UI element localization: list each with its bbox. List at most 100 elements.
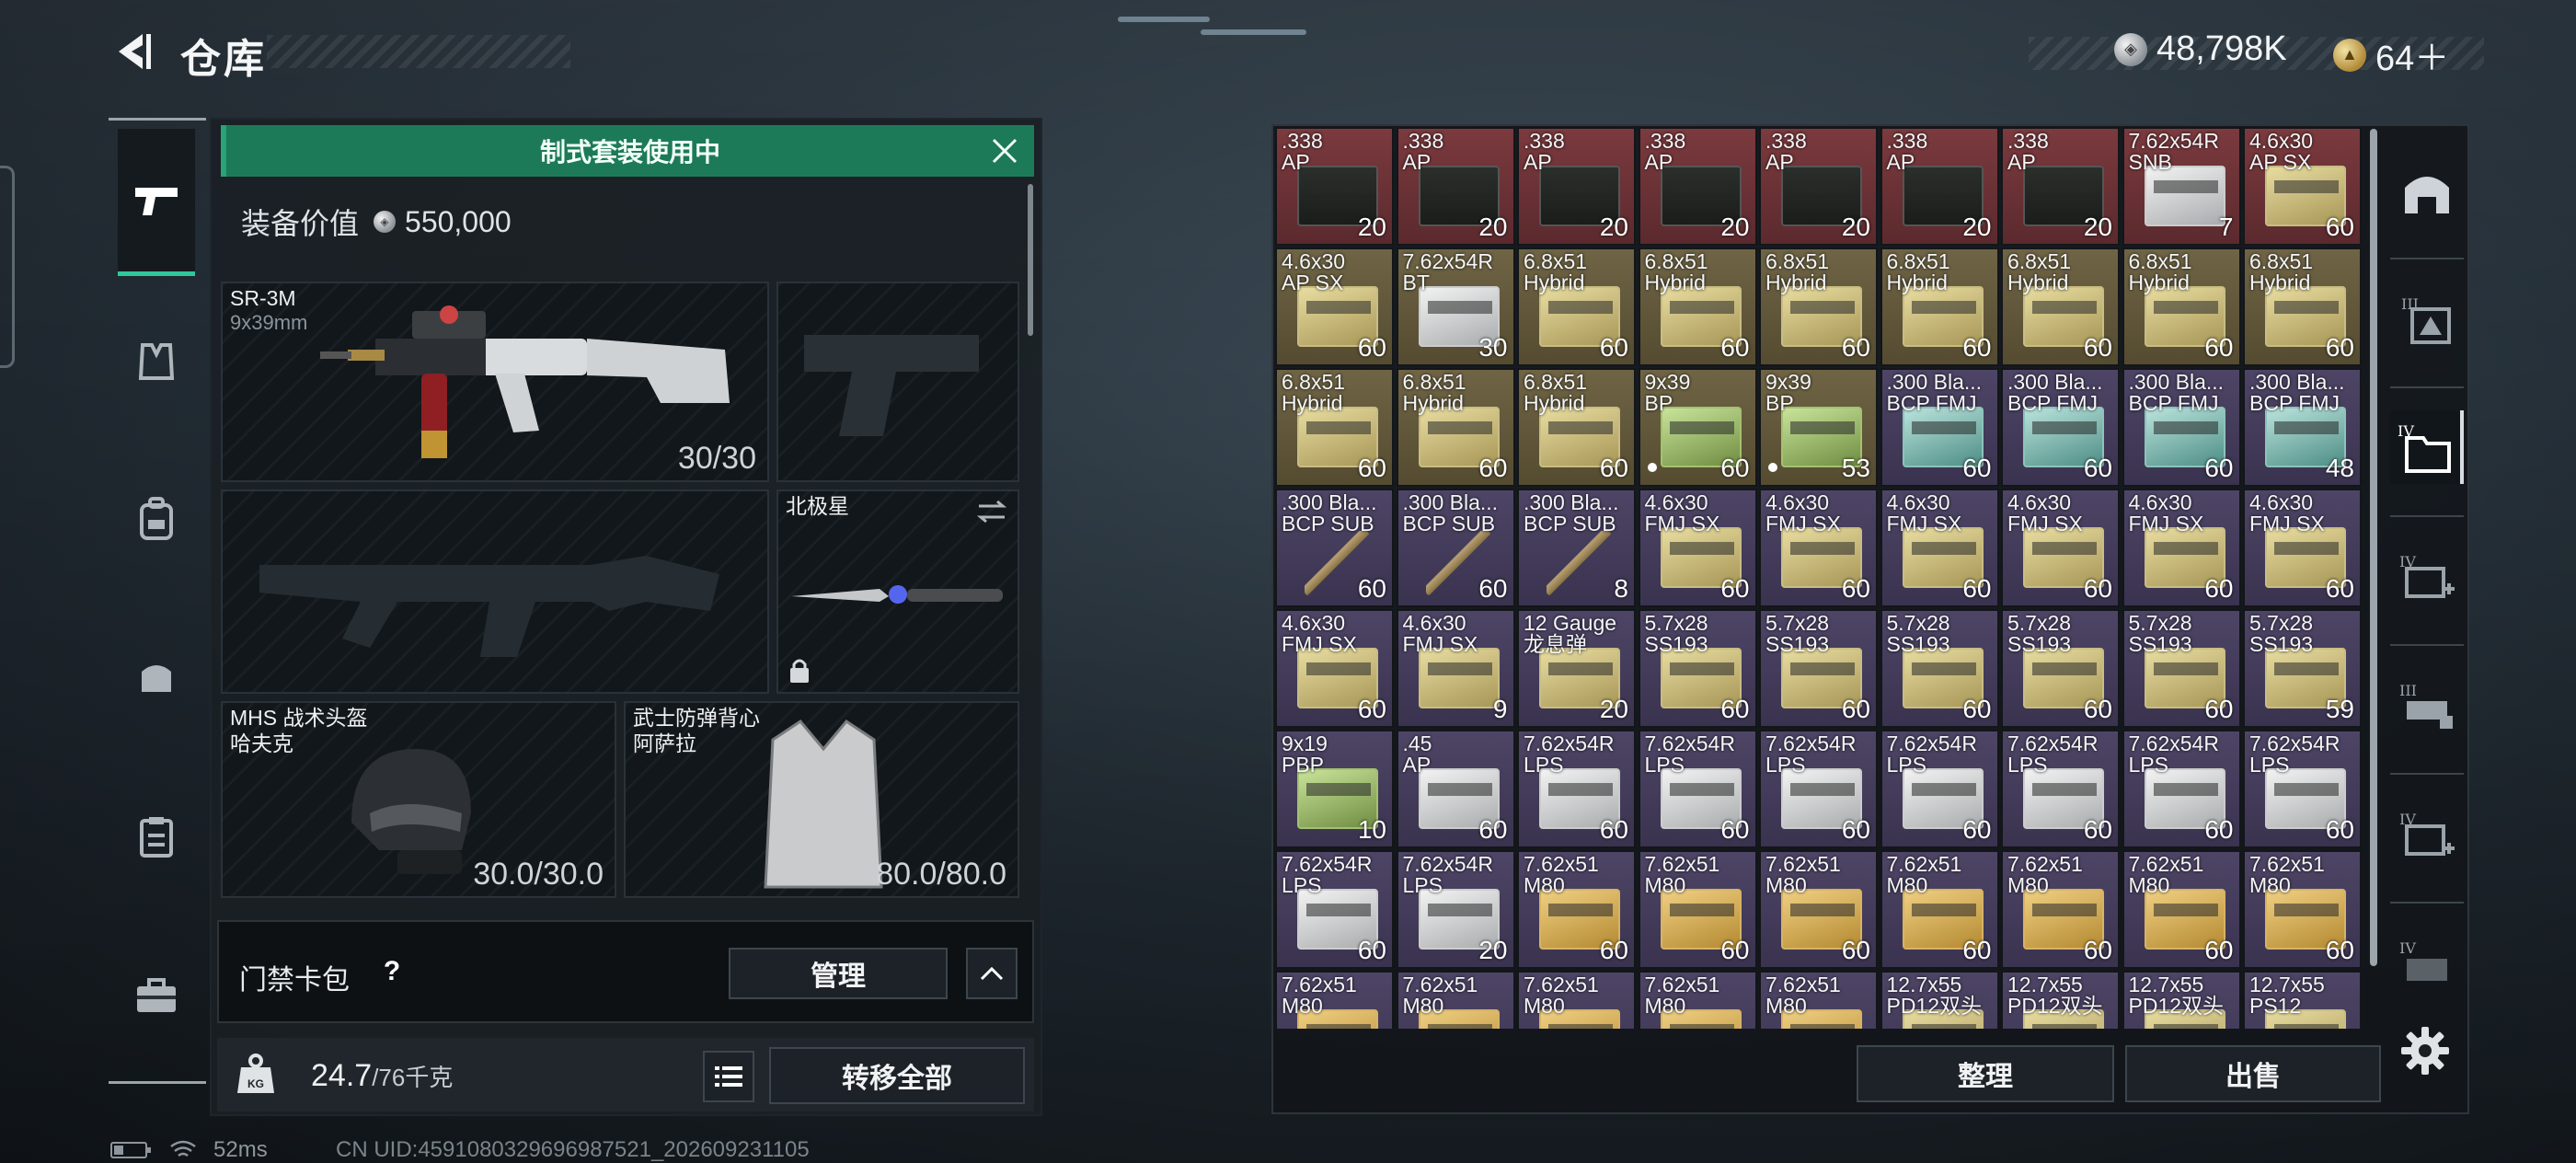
stash-item[interactable]: .338 AP 20 xyxy=(1759,127,1878,246)
stash-item[interactable]: 6.8x51 Hybrid 60 xyxy=(1396,368,1515,487)
stash-item[interactable]: 9x39 BP 60 xyxy=(1638,368,1757,487)
stash-tab-6[interactable]: IV xyxy=(2390,799,2464,872)
stash-item[interactable]: 4.6x30 FMJ SX 60 xyxy=(2122,489,2241,607)
settings-button[interactable] xyxy=(2398,1023,2453,1078)
stash-item[interactable]: 12 Gauge 龙息弹 20 xyxy=(1517,609,1636,728)
stash-item[interactable]: 7.62x54R LPS 60 xyxy=(1275,850,1394,969)
stash-tab-2[interactable]: III xyxy=(2390,283,2464,357)
stash-item[interactable]: .300 Bla... BCP SUB 60 xyxy=(1275,489,1394,607)
stash-item[interactable]: 7.62x54R LPS 60 xyxy=(1638,730,1757,848)
stash-item[interactable]: .338 AP 20 xyxy=(1638,127,1757,246)
gold-currency[interactable]: ▲ 64＋ xyxy=(2333,29,2449,80)
armor-slot[interactable]: 武士防弹背心 阿萨拉 80.0/80.0 xyxy=(624,701,1019,898)
drawer-handle[interactable] xyxy=(0,166,15,368)
stash-item[interactable]: 7.62x51 M80 xyxy=(1759,971,1878,1029)
stash-item[interactable]: 4.6x30 AP SX 60 xyxy=(1275,248,1394,366)
stash-item[interactable]: 4.6x30 AP SX 60 xyxy=(2243,127,2362,246)
stash-item[interactable]: 5.7x28 SS193 60 xyxy=(2001,609,2120,728)
stash-item[interactable]: 7.62x54R LPS 60 xyxy=(1517,730,1636,848)
stash-item[interactable]: 12.7x55 PS12 xyxy=(2243,971,2362,1029)
stash-item[interactable]: 6.8x51 Hybrid 60 xyxy=(1275,368,1394,487)
stash-item[interactable]: 6.8x51 Hybrid 60 xyxy=(2243,248,2362,366)
stash-item[interactable]: 7.62x54R LPS 60 xyxy=(1759,730,1878,848)
stash-item[interactable]: 7.62x54R LPS 60 xyxy=(1880,730,1999,848)
secondary-weapon-slot[interactable] xyxy=(221,489,769,694)
stash-item[interactable]: 5.7x28 SS193 59 xyxy=(2243,609,2362,728)
list-view-button[interactable] xyxy=(703,1051,754,1102)
stash-item[interactable]: 7.62x51 M80 60 xyxy=(1759,850,1878,969)
stash-item[interactable]: 7.62x51 M80 60 xyxy=(1517,850,1636,969)
stash-item[interactable]: 4.6x30 FMJ SX 9 xyxy=(1396,609,1515,728)
stash-item[interactable]: 6.8x51 Hybrid 60 xyxy=(1759,248,1878,366)
stash-item[interactable]: 7.62x54R SNB 7 xyxy=(2122,127,2241,246)
stash-tab-7[interactable]: IV xyxy=(2390,927,2464,1001)
stash-item[interactable]: 7.62x54R BT 30 xyxy=(1396,248,1515,366)
rail-tab-toolbox[interactable] xyxy=(118,957,195,1034)
stash-tab-1[interactable] xyxy=(2390,155,2464,228)
stash-item[interactable]: .300 Bla... BCP FMJ 60 xyxy=(2122,368,2241,487)
stash-item[interactable]: 12.7x55 PD12双头 xyxy=(2122,971,2241,1029)
rail-tab-armor[interactable] xyxy=(118,324,195,401)
stash-item[interactable]: .338 AP 20 xyxy=(1880,127,1999,246)
stash-item[interactable]: 12.7x55 PD12双头 xyxy=(1880,971,1999,1029)
stash-item[interactable]: 7.62x54R LPS 60 xyxy=(2243,730,2362,848)
stash-item[interactable]: 7.62x51 M80 60 xyxy=(2243,850,2362,969)
transfer-all-button[interactable]: 转移全部 xyxy=(769,1047,1025,1104)
stash-tab-5[interactable]: III xyxy=(2390,670,2464,743)
stash-item[interactable]: 4.6x30 FMJ SX 60 xyxy=(2243,489,2362,607)
stash-item[interactable]: 7.62x51 M80 60 xyxy=(2122,850,2241,969)
stash-item[interactable]: .45 AP 60 xyxy=(1396,730,1515,848)
primary-weapon-slot[interactable]: SR-3M 9x39mm 30/30 xyxy=(221,282,769,482)
back-button[interactable] xyxy=(103,26,158,77)
rail-tab-backpack[interactable] xyxy=(118,480,195,558)
close-icon[interactable] xyxy=(988,134,1021,167)
stash-item[interactable]: 6.8x51 Hybrid 60 xyxy=(1517,248,1636,366)
stash-item[interactable]: 6.8x51 Hybrid 60 xyxy=(2122,248,2241,366)
stash-item[interactable]: 7.62x51 M80 xyxy=(1396,971,1515,1029)
melee-slot[interactable]: 北极星 xyxy=(776,489,1019,694)
stash-item[interactable]: .300 Bla... BCP SUB 8 xyxy=(1517,489,1636,607)
stash-item[interactable]: 7.62x54R LPS 60 xyxy=(2122,730,2241,848)
stash-item[interactable]: 4.6x30 FMJ SX 60 xyxy=(1638,489,1757,607)
rail-tab-clipboard[interactable] xyxy=(118,799,195,876)
stash-tab-3[interactable]: IV xyxy=(2390,410,2464,484)
stash-item[interactable]: 5.7x28 SS193 60 xyxy=(1880,609,1999,728)
stash-item[interactable]: 6.8x51 Hybrid 60 xyxy=(1517,368,1636,487)
stash-item[interactable]: 7.62x54R LPS 20 xyxy=(1396,850,1515,969)
stash-item[interactable]: 4.6x30 FMJ SX 60 xyxy=(1275,609,1394,728)
stash-item[interactable]: .300 Bla... BCP FMJ 60 xyxy=(1880,368,1999,487)
loadout-scrollbar[interactable] xyxy=(1028,184,1033,336)
stash-item[interactable]: 7.62x51 M80 xyxy=(1638,971,1757,1029)
stash-scrollbar[interactable] xyxy=(2370,129,2377,966)
stash-item[interactable]: 7.62x51 M80 60 xyxy=(2001,850,2120,969)
stash-item[interactable]: 5.7x28 SS193 60 xyxy=(1759,609,1878,728)
stash-item[interactable]: .300 Bla... BCP SUB 60 xyxy=(1396,489,1515,607)
sell-button[interactable]: 出售 xyxy=(2125,1045,2381,1102)
stash-item[interactable]: 6.8x51 Hybrid 60 xyxy=(2001,248,2120,366)
stash-item[interactable]: 6.8x51 Hybrid 60 xyxy=(1638,248,1757,366)
stash-item[interactable]: 6.8x51 Hybrid 60 xyxy=(1880,248,1999,366)
stash-item[interactable]: 12.7x55 PD12双头 xyxy=(2001,971,2120,1029)
stash-item[interactable]: 9x19 PBP 10 xyxy=(1275,730,1394,848)
help-icon[interactable]: ? xyxy=(375,955,408,988)
stash-item[interactable]: 7.62x51 M80 60 xyxy=(1638,850,1757,969)
manage-button[interactable]: 管理 xyxy=(729,948,948,999)
stash-item[interactable]: 9x39 BP 53 xyxy=(1759,368,1878,487)
stash-item[interactable]: .338 AP 20 xyxy=(2001,127,2120,246)
stash-item[interactable]: .300 Bla... BCP FMJ 48 xyxy=(2243,368,2362,487)
sort-button[interactable]: 整理 xyxy=(1857,1045,2114,1102)
stash-item[interactable]: .338 AP 20 xyxy=(1275,127,1394,246)
stash-item[interactable]: 5.7x28 SS193 60 xyxy=(1638,609,1757,728)
stash-item[interactable]: 4.6x30 FMJ SX 60 xyxy=(1880,489,1999,607)
stash-item[interactable]: .300 Bla... BCP FMJ 60 xyxy=(2001,368,2120,487)
stash-item[interactable]: 7.62x51 M80 xyxy=(1275,971,1394,1029)
stash-item[interactable]: 5.7x28 SS193 60 xyxy=(2122,609,2241,728)
stash-item[interactable]: 4.6x30 FMJ SX 60 xyxy=(1759,489,1878,607)
rail-tab-weapons[interactable] xyxy=(118,129,195,276)
stash-item[interactable]: .338 AP 20 xyxy=(1517,127,1636,246)
stash-item[interactable]: .338 AP 20 xyxy=(1396,127,1515,246)
stash-tab-4[interactable]: IV xyxy=(2390,541,2464,615)
stash-item[interactable]: 4.6x30 FMJ SX 60 xyxy=(2001,489,2120,607)
sidearm-slot[interactable] xyxy=(776,282,1019,482)
rail-tab-bag[interactable] xyxy=(118,637,195,714)
